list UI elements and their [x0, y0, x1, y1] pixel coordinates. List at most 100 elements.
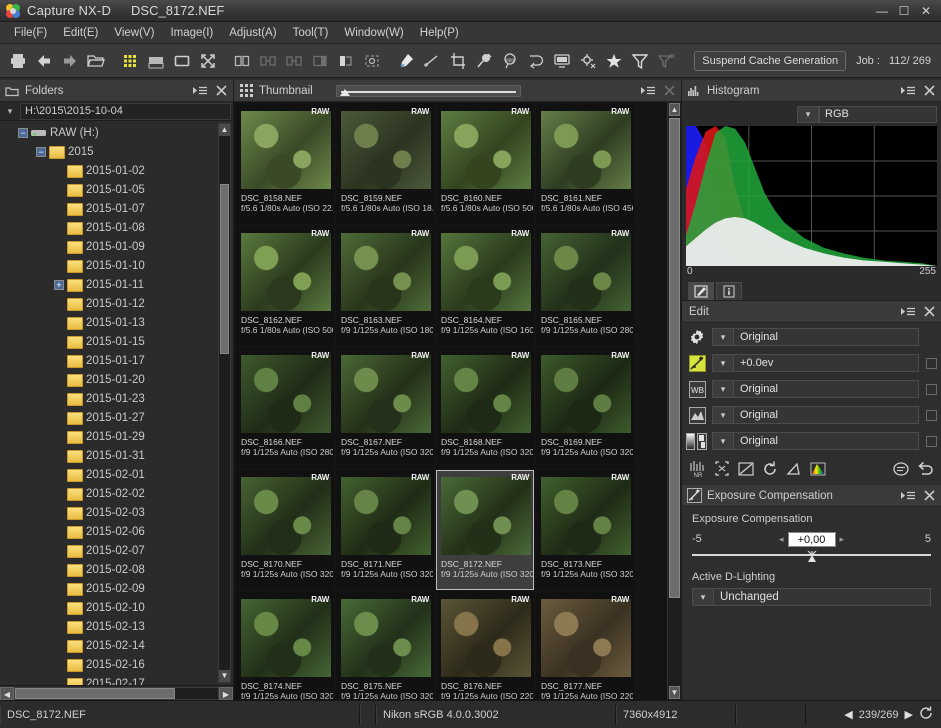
chevron-down-icon[interactable]: ▾ [712, 432, 734, 450]
thumbnail-image[interactable] [341, 355, 431, 433]
revert-icon[interactable] [915, 459, 935, 479]
tree-node-21[interactable]: 2015-02-08 [0, 560, 233, 579]
tab-info[interactable] [716, 282, 742, 300]
edit-tone-curve-value[interactable]: Original [734, 432, 919, 450]
thumbnail-cell[interactable]: RAWDSC_8165.NEFf/9 1/125s Auto (ISO 2800… [536, 226, 634, 346]
panel-menu-icon[interactable] [900, 305, 916, 319]
compare-split-icon[interactable] [282, 49, 306, 73]
picture-control-icon[interactable] [686, 406, 708, 424]
batch-apply-icon[interactable] [891, 459, 911, 479]
tree-node-22[interactable]: 2015-02-09 [0, 579, 233, 598]
thumbnail-cell[interactable]: RAWDSC_8166.NEFf/9 1/125s Auto (ISO 2800… [236, 348, 334, 468]
panel-menu-icon[interactable] [900, 84, 916, 98]
thumbnail-image[interactable] [441, 111, 531, 189]
tree-node-11[interactable]: 2015-01-20 [0, 370, 233, 389]
menu-edit[interactable]: Edit(E) [55, 25, 106, 41]
panel-menu-icon[interactable] [900, 489, 916, 503]
thumbnail-image[interactable] [541, 355, 631, 433]
scroll-up-icon[interactable]: ▲ [669, 103, 680, 116]
black-white-compare-icon[interactable] [334, 49, 358, 73]
thumbnail-grid[interactable]: RAWDSC_8158.NEFf/5.6 1/80s Auto (ISO 22.… [234, 102, 681, 700]
open-folder-icon[interactable] [84, 49, 108, 73]
thumbnail-image[interactable] [241, 233, 331, 311]
exposure-slider-knob[interactable] [806, 551, 818, 563]
image-dust-off-icon[interactable] [712, 459, 732, 479]
menu-view[interactable]: View(V) [106, 25, 162, 41]
thumbnail-cell[interactable]: RAWDSC_8161.NEFf/5.6 1/80s Auto (ISO 450… [536, 104, 634, 224]
tree-node-17[interactable]: 2015-02-02 [0, 484, 233, 503]
thumbnail-cell[interactable]: RAWDSC_8176.NEFf/9 1/125s Auto (ISO 2200… [436, 592, 534, 700]
menu-tool[interactable]: Tool(T) [285, 25, 337, 41]
chevron-down-icon[interactable]: ▾ [712, 354, 734, 372]
hscroll-left-icon[interactable]: ◀ [0, 687, 14, 700]
gear-icon[interactable] [686, 328, 708, 346]
thumbnail-cell[interactable]: RAWDSC_8173.NEFf/9 1/125s Auto (ISO 3200… [536, 470, 634, 590]
vignette-control-icon[interactable] [736, 459, 756, 479]
tree-node-8[interactable]: 2015-01-13 [0, 313, 233, 332]
thumbnail-image[interactable] [341, 233, 431, 311]
monitor-icon[interactable] [550, 49, 574, 73]
tree-node-1[interactable]: 2015-01-05 [0, 180, 233, 199]
exposure-comp-icon[interactable] [686, 354, 708, 372]
hscroll-right-icon[interactable]: ▶ [219, 687, 233, 700]
retouch-brush-icon[interactable] [472, 49, 496, 73]
next-image-icon[interactable]: ▶ [905, 708, 913, 721]
suspend-cache-generation-button[interactable]: Suspend Cache Generation [694, 51, 846, 71]
folder-path-bar[interactable]: ▾ H:\2015\2015-10-04 [0, 102, 233, 121]
thumbnail-image[interactable] [441, 355, 531, 433]
tree-node-23[interactable]: 2015-02-10 [0, 598, 233, 617]
active-dlighting-select[interactable]: ▾ Unchanged [692, 587, 931, 606]
edit-exposure-value[interactable]: +0.0ev [734, 354, 919, 372]
chevron-down-icon[interactable]: ▾ [692, 588, 714, 606]
hscroll-track[interactable] [14, 687, 219, 700]
chevron-down-icon[interactable]: ▾ [712, 328, 734, 346]
filmstrip-icon[interactable] [144, 49, 168, 73]
tree-node-12[interactable]: 2015-01-23 [0, 389, 233, 408]
tree-node-18[interactable]: 2015-02-03 [0, 503, 233, 522]
tree-node-13[interactable]: 2015-01-27 [0, 408, 233, 427]
histogram-channel-select[interactable]: ▾ RGB [686, 105, 937, 123]
thumbnail-image[interactable] [241, 599, 331, 677]
thumbnail-cell[interactable]: RAWDSC_8171.NEFf/9 1/125s Auto (ISO 3200… [336, 470, 434, 590]
compare-before-after-icon[interactable] [256, 49, 280, 73]
print-icon[interactable] [6, 49, 30, 73]
tree-node-0[interactable]: 2015-01-02 [0, 161, 233, 180]
thumbnail-image[interactable] [241, 111, 331, 189]
tree-expander[interactable]: − [18, 128, 28, 138]
settings-gear-icon[interactable] [576, 49, 600, 73]
scrollbar-thumb[interactable] [220, 184, 229, 354]
menu-image[interactable]: Image(I) [162, 25, 221, 41]
thumbnail-cell[interactable]: RAWDSC_8167.NEFf/9 1/125s Auto (ISO 3200… [336, 348, 434, 468]
tree-node-2[interactable]: 2015-01-07 [0, 199, 233, 218]
white-balance-icon[interactable]: WB [686, 380, 708, 398]
back-arrow-icon[interactable] [32, 49, 56, 73]
edit-picture-control-value[interactable]: Original [734, 406, 919, 424]
histogram-channel-value[interactable]: RGB [819, 106, 937, 123]
tree-node-3[interactable]: 2015-01-08 [0, 218, 233, 237]
tree-node-14[interactable]: 2015-01-29 [0, 427, 233, 446]
close-icon[interactable] [921, 84, 937, 98]
perspective-icon[interactable] [784, 459, 804, 479]
tree-node-drive[interactable]: −RAW (H:) [0, 123, 233, 142]
close-button[interactable]: ✕ [915, 2, 937, 20]
tab-edit[interactable] [688, 282, 714, 300]
folder-path-input[interactable]: H:\2015\2015-10-04 [20, 103, 231, 120]
tree-node-10[interactable]: 2015-01-17 [0, 351, 233, 370]
filter-clear-icon[interactable] [654, 49, 678, 73]
tree-node-year[interactable]: −2015 [0, 142, 233, 161]
scrollbar-thumb[interactable] [669, 118, 680, 598]
selection-box-icon[interactable] [360, 49, 384, 73]
tree-node-4[interactable]: 2015-01-09 [0, 237, 233, 256]
single-image-icon[interactable] [170, 49, 194, 73]
scroll-down-icon[interactable]: ▼ [669, 686, 680, 699]
eyedropper-icon[interactable] [394, 49, 418, 73]
thumbnail-size-slider[interactable] [336, 85, 521, 97]
thumbnail-cell[interactable]: RAWDSC_8158.NEFf/5.6 1/80s Auto (ISO 22.… [236, 104, 334, 224]
thumbnail-image[interactable] [241, 355, 331, 433]
folder-tree[interactable]: −RAW (H:)−20152015-01-022015-01-052015-0… [0, 121, 233, 685]
tree-node-26[interactable]: 2015-02-16 [0, 655, 233, 674]
exposure-decrement-icon[interactable]: ◂ [779, 534, 784, 545]
forward-arrow-icon[interactable] [58, 49, 82, 73]
thumbnail-cell[interactable]: RAWDSC_8174.NEFf/9 1/125s Auto (ISO 3200… [236, 592, 334, 700]
edit-picture-control-checkbox[interactable] [926, 410, 937, 421]
